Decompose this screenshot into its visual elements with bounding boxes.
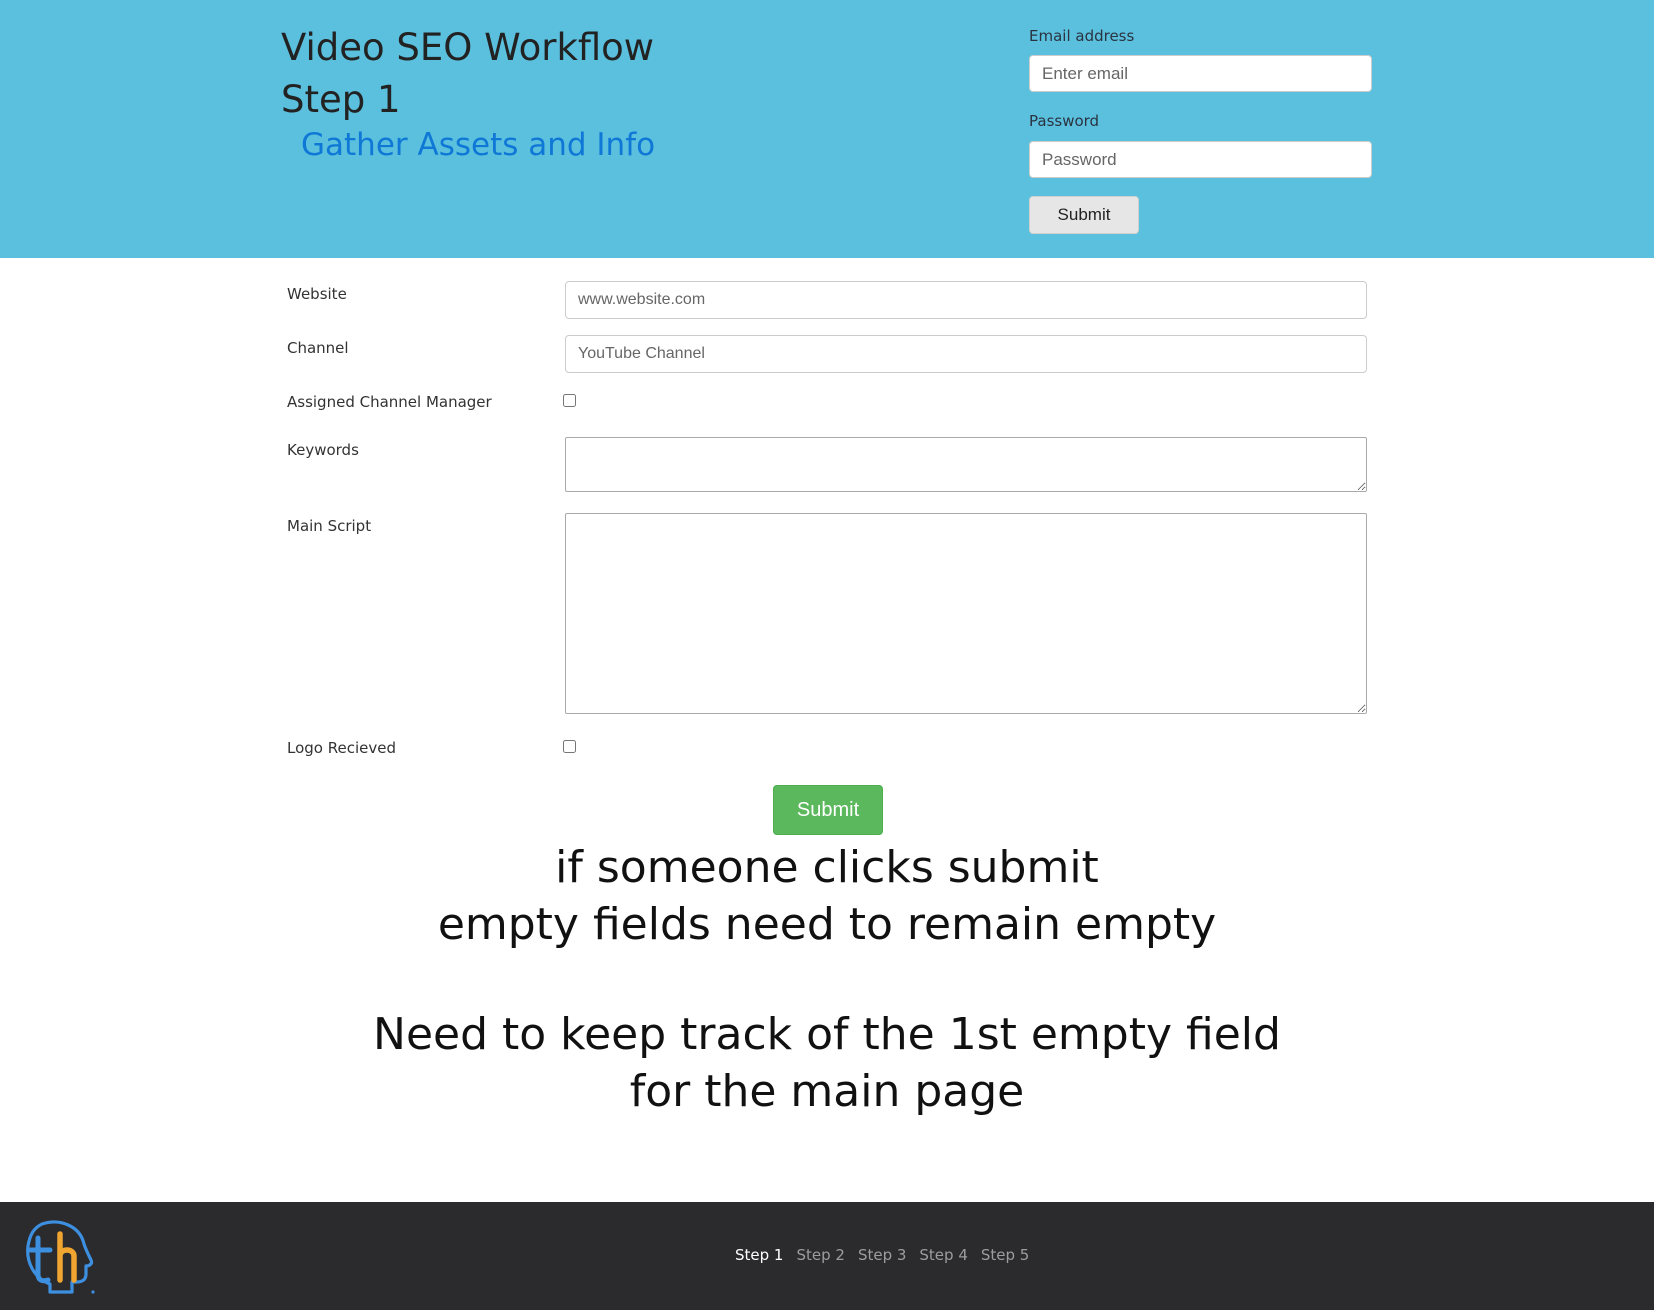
logo-received-checkbox[interactable] bbox=[563, 740, 576, 753]
channel-label: Channel bbox=[287, 339, 349, 357]
step-link-5[interactable]: Step 5 bbox=[981, 1246, 1029, 1264]
step-link-2[interactable]: Step 2 bbox=[796, 1246, 844, 1264]
channel-manager-label: Assigned Channel Manager bbox=[287, 393, 492, 411]
header-banner: Video SEO Workflow Step 1 Gather Assets … bbox=[0, 0, 1654, 258]
main-script-label: Main Script bbox=[287, 517, 372, 535]
note-line-4: for the main page bbox=[629, 1066, 1025, 1117]
email-field[interactable] bbox=[1029, 55, 1372, 92]
password-label: Password bbox=[1029, 112, 1100, 130]
keywords-textarea[interactable] bbox=[565, 437, 1367, 492]
step-link-1[interactable]: Step 1 bbox=[735, 1246, 783, 1264]
channel-input[interactable] bbox=[565, 335, 1367, 373]
step-link-3[interactable]: Step 3 bbox=[858, 1246, 906, 1264]
keywords-label: Keywords bbox=[287, 441, 359, 459]
note-line-1: if someone clicks submit bbox=[555, 842, 1099, 893]
note-line-3: Need to keep track of the 1st empty fiel… bbox=[373, 1009, 1281, 1060]
email-label: Email address bbox=[1029, 27, 1135, 45]
th-head-logo-icon[interactable] bbox=[20, 1216, 96, 1296]
page-subtitle: Gather Assets and Info bbox=[301, 127, 656, 163]
form-submit-button[interactable]: Submit bbox=[773, 785, 883, 835]
login-submit-button[interactable]: Submit bbox=[1029, 196, 1139, 234]
step-title: Step 1 bbox=[281, 78, 401, 121]
footer: Step 1 Step 2 Step 3 Step 4 Step 5 bbox=[0, 1202, 1654, 1310]
channel-manager-checkbox[interactable] bbox=[563, 394, 576, 407]
website-label: Website bbox=[287, 285, 347, 303]
step-nav: Step 1 Step 2 Step 3 Step 4 Step 5 bbox=[735, 1246, 1042, 1264]
note-line-2: empty fields need to remain empty bbox=[437, 899, 1217, 950]
logo-received-label: Logo Recieved bbox=[287, 739, 396, 757]
page-title: Video SEO Workflow bbox=[281, 26, 655, 69]
main-script-textarea[interactable] bbox=[565, 513, 1367, 714]
step-link-4[interactable]: Step 4 bbox=[919, 1246, 967, 1264]
password-field[interactable] bbox=[1029, 141, 1372, 178]
website-input[interactable] bbox=[565, 281, 1367, 319]
